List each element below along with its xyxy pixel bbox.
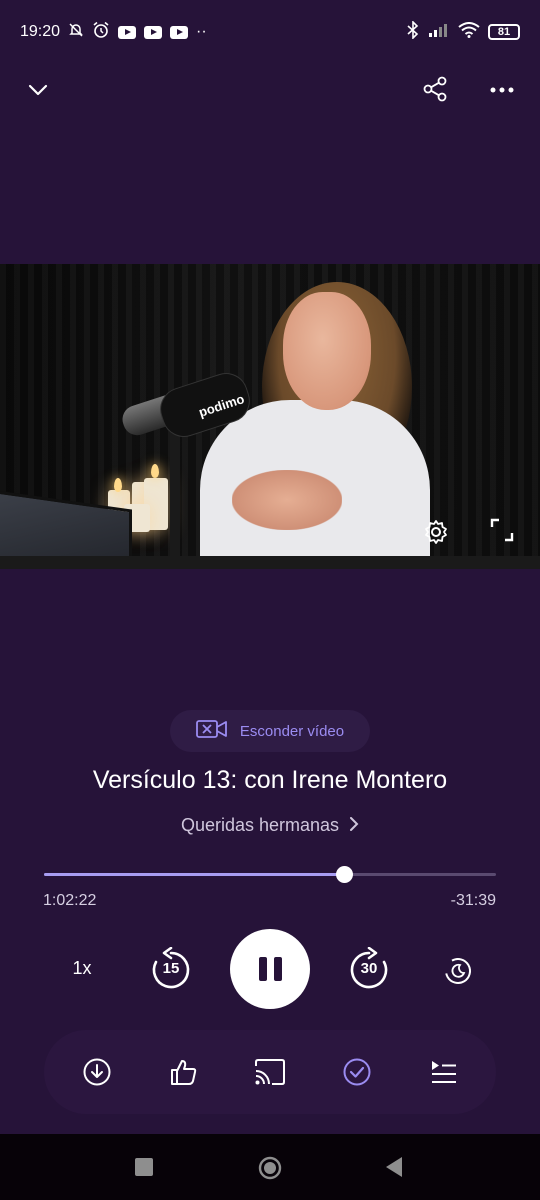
bell-off-icon xyxy=(68,22,84,43)
candle-flame xyxy=(151,464,159,478)
show-name: Queridas hermanas xyxy=(180,815,340,835)
youtube-icon xyxy=(170,25,189,39)
like-icon[interactable] xyxy=(168,1056,200,1088)
battery-icon: 81 xyxy=(488,24,520,40)
youtube-icon xyxy=(118,25,137,39)
playback-speed-button[interactable]: 1x xyxy=(62,958,102,984)
pause-button[interactable] xyxy=(230,929,310,1009)
forward-30-icon[interactable]: 30 xyxy=(347,947,391,991)
wifi-icon xyxy=(458,21,480,43)
gear-icon[interactable] xyxy=(422,518,450,546)
status-overflow: ·· xyxy=(196,23,207,40)
recents-icon[interactable] xyxy=(135,1158,153,1176)
more-icon[interactable] xyxy=(488,76,516,104)
alarm-icon xyxy=(92,21,110,44)
queue-icon[interactable] xyxy=(427,1056,459,1088)
progress-fill xyxy=(44,873,345,876)
cast-icon[interactable] xyxy=(254,1056,286,1088)
sleep-timer-icon[interactable] xyxy=(442,955,474,987)
download-icon[interactable] xyxy=(81,1056,113,1088)
status-time: 19:20 xyxy=(20,23,61,40)
progress-slider[interactable] xyxy=(44,866,496,883)
status-right: 81 xyxy=(406,19,520,44)
status-bar: 19:20 ·· 81 xyxy=(0,0,540,64)
time-remaining: -31:39 xyxy=(450,892,496,909)
pause-icon xyxy=(258,957,282,981)
show-link[interactable]: Queridas hermanas xyxy=(0,815,540,836)
person-hands xyxy=(232,470,342,530)
rewind-15-icon[interactable]: 15 xyxy=(149,947,193,991)
hide-video-button[interactable]: Esconder vídeo xyxy=(170,710,370,752)
signal-icon xyxy=(428,23,450,42)
person-face xyxy=(283,292,371,410)
youtube-icon xyxy=(144,25,163,39)
time-elapsed: 1:02:22 xyxy=(43,892,97,909)
forward-seconds: 30 xyxy=(360,960,378,977)
mic-stand xyxy=(170,432,180,562)
check-icon[interactable] xyxy=(341,1056,373,1088)
progress-thumb[interactable] xyxy=(335,866,353,883)
hide-video-label: Esconder vídeo xyxy=(239,722,345,740)
fullscreen-icon[interactable] xyxy=(488,516,516,544)
chevron-down-icon[interactable] xyxy=(24,76,52,104)
top-bar xyxy=(0,70,540,110)
chevron-right-icon xyxy=(349,815,359,836)
status-left: 19:20 ·· xyxy=(20,21,207,44)
share-icon[interactable] xyxy=(420,74,450,104)
video-off-icon xyxy=(195,719,228,743)
bluetooth-icon xyxy=(406,19,420,44)
back-icon[interactable] xyxy=(384,1156,408,1180)
home-icon[interactable] xyxy=(258,1156,282,1180)
table-edge xyxy=(0,556,540,569)
candle-flame xyxy=(114,478,122,492)
rewind-seconds: 15 xyxy=(162,960,180,977)
episode-title: Versículo 13: con Irene Montero xyxy=(92,766,448,794)
